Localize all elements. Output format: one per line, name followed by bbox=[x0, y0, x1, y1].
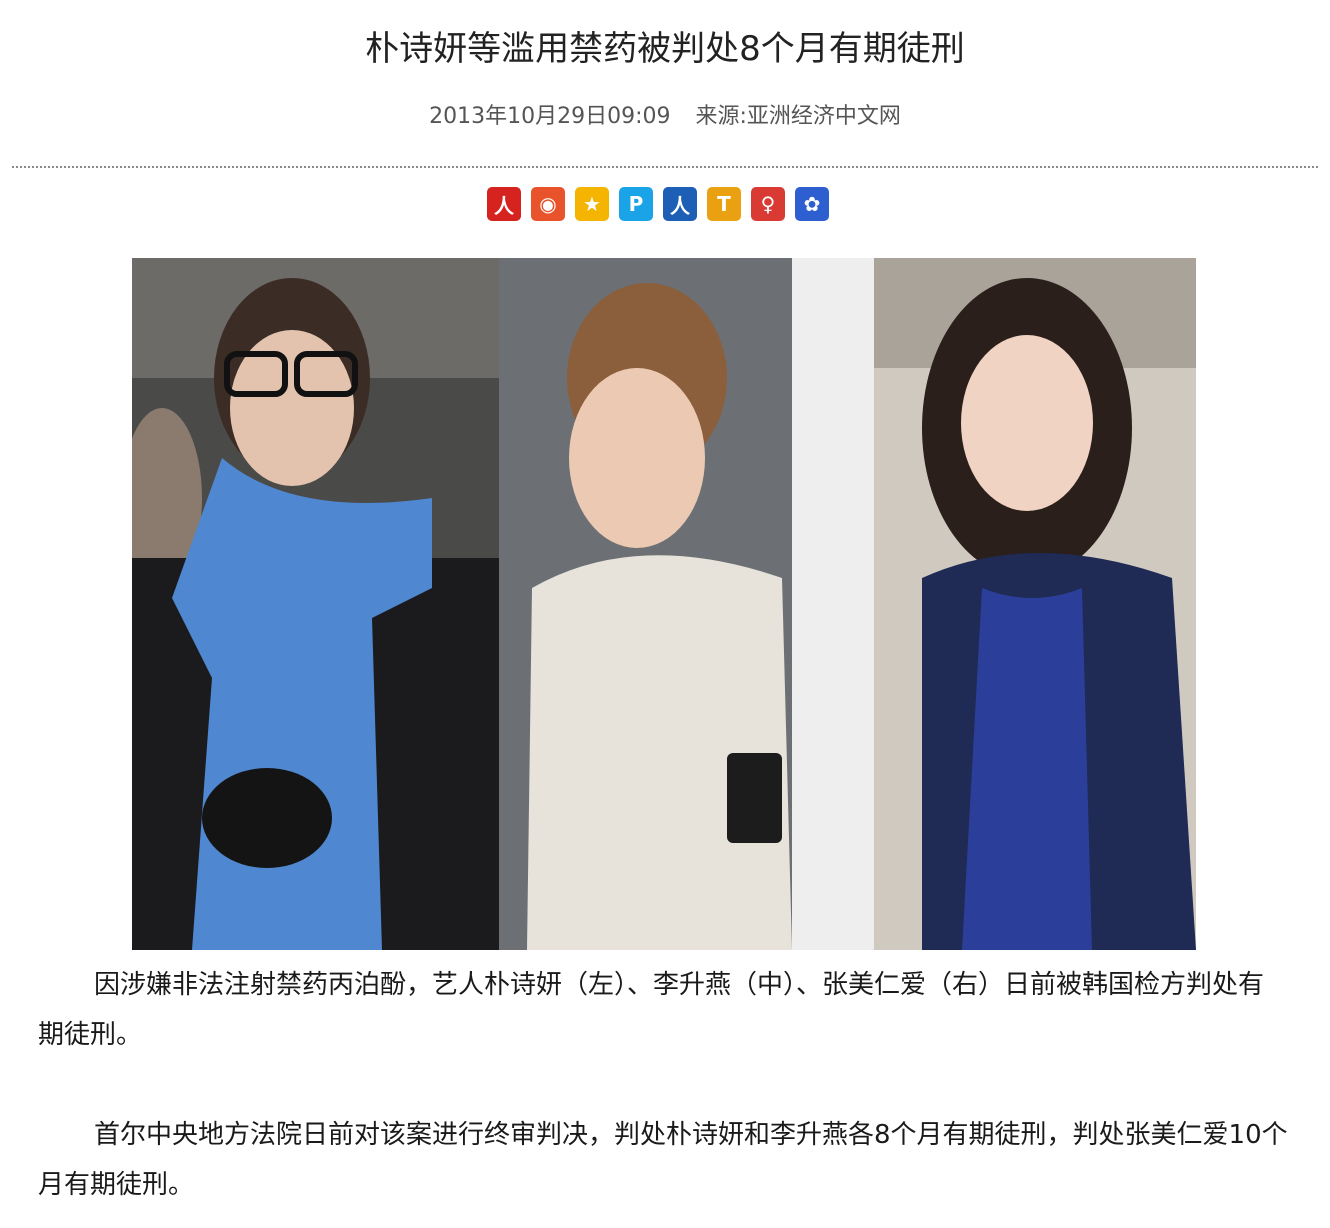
white-pillar bbox=[792, 258, 874, 950]
recorder-device bbox=[727, 753, 782, 843]
kaixin-icon[interactable]: ♀ bbox=[751, 187, 785, 221]
tencent-weibo-icon[interactable]: P bbox=[619, 187, 653, 221]
publish-date: 2013年10月29日09:09 bbox=[429, 104, 671, 129]
weibo-icon[interactable]: ◉ bbox=[531, 187, 565, 221]
article-paragraph-1: 因涉嫌非法注射禁药丙泊酚，艺人朴诗妍（左）、李升燕（中）、张美仁爱（右）日前被韩… bbox=[38, 970, 1265, 1050]
face-right bbox=[961, 335, 1093, 511]
people-daily-icon[interactable]: 人 bbox=[487, 187, 521, 221]
article-paragraph-2: 首尔中央地方法院日前对该案进行终审判决，判处朴诗妍和李升燕各8个月有期徒刑，判处… bbox=[38, 1120, 1288, 1200]
news-photo bbox=[132, 258, 1196, 950]
renren-icon[interactable]: 人 bbox=[663, 187, 697, 221]
article-meta: 2013年10月29日09:09 来源:亚洲经济中文网 bbox=[0, 100, 1330, 134]
dotted-divider bbox=[12, 166, 1318, 168]
black-gloves bbox=[202, 768, 332, 868]
photo-collage bbox=[132, 258, 1196, 950]
face-middle bbox=[569, 368, 705, 548]
article-source: 来源:亚洲经济中文网 bbox=[695, 104, 901, 129]
article-title: 朴诗妍等滥用禁药被判处8个月有期徒刑 bbox=[365, 29, 965, 69]
blue-blouse bbox=[962, 588, 1092, 950]
share-bar: 人 ◉ ★ P 人 T ♀ ✿ bbox=[487, 187, 829, 221]
baidu-icon[interactable]: ✿ bbox=[795, 187, 829, 221]
white-jacket bbox=[527, 555, 792, 950]
tianya-icon[interactable]: T bbox=[707, 187, 741, 221]
qzone-icon[interactable]: ★ bbox=[575, 187, 609, 221]
